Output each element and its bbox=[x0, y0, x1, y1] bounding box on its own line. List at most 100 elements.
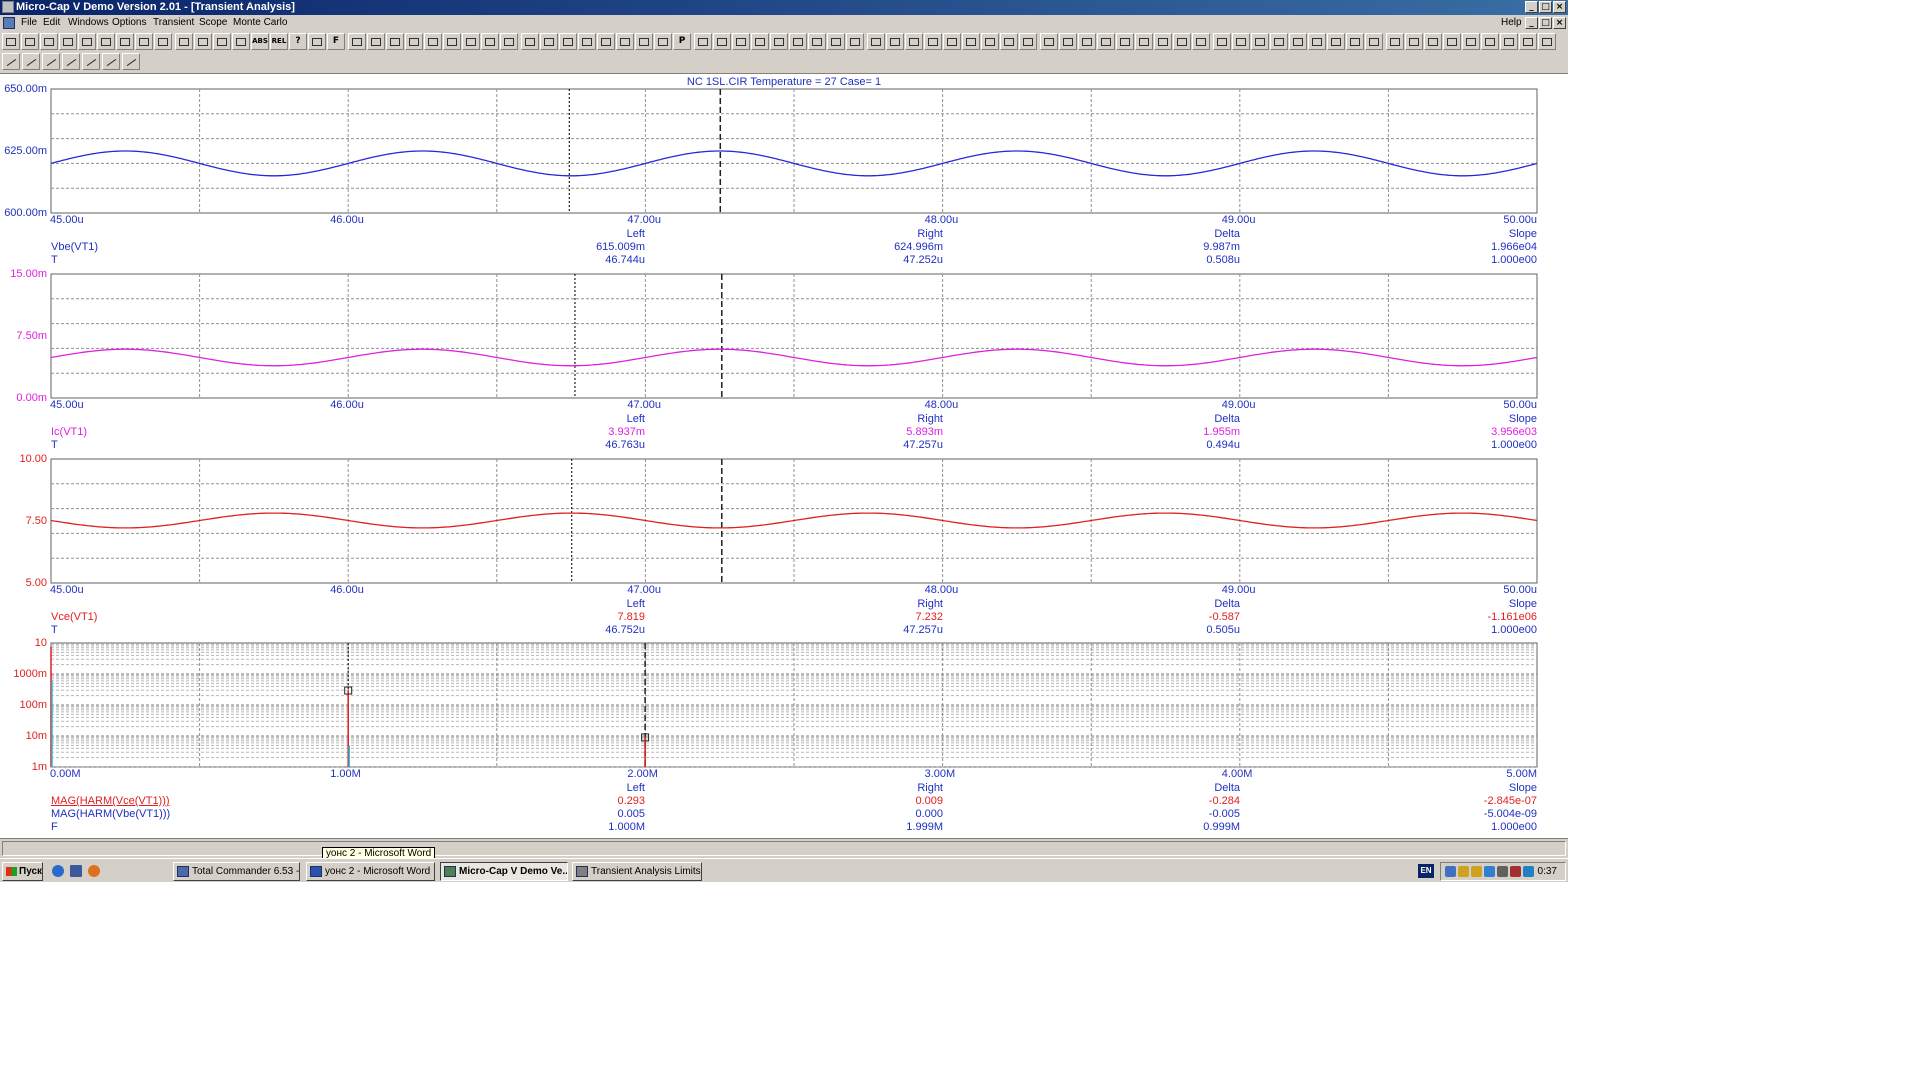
toolbar-tool-icon[interactable] bbox=[1327, 33, 1345, 50]
toolbar-tool-icon[interactable] bbox=[597, 33, 615, 50]
scale-tool-icon[interactable] bbox=[42, 53, 60, 70]
toolbar-tool-icon[interactable] bbox=[500, 33, 518, 50]
language-indicator[interactable]: EN bbox=[1418, 864, 1434, 878]
toolbar-tool-icon[interactable] bbox=[924, 33, 942, 50]
toolbar-tool-icon[interactable] bbox=[1097, 33, 1115, 50]
tray-network-icon[interactable] bbox=[1445, 866, 1456, 877]
task-microcap[interactable]: Micro-Cap V Demo Ve... bbox=[440, 862, 568, 881]
scale-tool-icon[interactable] bbox=[22, 53, 40, 70]
toolbar-tool-icon[interactable] bbox=[386, 33, 404, 50]
firefox-icon[interactable] bbox=[88, 865, 100, 877]
toolbar-tool-icon[interactable] bbox=[1192, 33, 1210, 50]
p-button[interactable]: P bbox=[673, 33, 691, 50]
toolbar-tool-icon[interactable] bbox=[789, 33, 807, 50]
menu-file[interactable]: File bbox=[21, 15, 37, 31]
toolbar-tool-icon[interactable] bbox=[348, 33, 366, 50]
toolbar-tool-icon[interactable] bbox=[732, 33, 750, 50]
toolbar-tool-icon[interactable] bbox=[213, 33, 231, 50]
scale-tool-icon[interactable] bbox=[62, 53, 80, 70]
abs-button[interactable]: ABS bbox=[251, 33, 269, 50]
toolbar-tool-icon[interactable] bbox=[97, 33, 115, 50]
font-button[interactable]: F bbox=[327, 33, 345, 50]
task-transient-limits[interactable]: Transient Analysis Limits bbox=[572, 862, 702, 881]
toolbar-tool-icon[interactable] bbox=[654, 33, 672, 50]
toolbar-tool-icon[interactable] bbox=[1443, 33, 1461, 50]
toolbar-tool-icon[interactable] bbox=[1270, 33, 1288, 50]
scale-tool-icon[interactable] bbox=[102, 53, 120, 70]
menu-edit[interactable]: Edit bbox=[43, 15, 60, 31]
scale-tool-icon[interactable] bbox=[82, 53, 100, 70]
toolbar-tool-icon[interactable] bbox=[635, 33, 653, 50]
toolbar-tool-icon[interactable] bbox=[846, 33, 864, 50]
tray-app-icon[interactable] bbox=[1523, 866, 1534, 877]
desktop-icon[interactable] bbox=[70, 865, 82, 877]
toolbar-tool-icon[interactable] bbox=[1213, 33, 1231, 50]
toolbar-tool-icon[interactable] bbox=[175, 33, 193, 50]
toolbar-tool-icon[interactable] bbox=[540, 33, 558, 50]
close-button[interactable]: × bbox=[1553, 1, 1566, 13]
minimize-button[interactable]: _ bbox=[1525, 1, 1538, 13]
ie-icon[interactable] bbox=[52, 865, 64, 877]
toolbar-tool-icon[interactable] bbox=[1386, 33, 1404, 50]
doc-restore-button[interactable]: □ bbox=[1539, 17, 1552, 29]
toolbar-tool-icon[interactable] bbox=[1500, 33, 1518, 50]
toolbar-tool-icon[interactable] bbox=[1078, 33, 1096, 50]
tray-volume-icon[interactable] bbox=[1497, 866, 1508, 877]
document-icon[interactable] bbox=[3, 17, 15, 29]
app-icon[interactable] bbox=[2, 1, 14, 13]
toolbar-tool-icon[interactable] bbox=[1346, 33, 1364, 50]
maximize-button[interactable]: □ bbox=[1539, 1, 1552, 13]
toolbar-tool-icon[interactable] bbox=[905, 33, 923, 50]
toolbar-tool-icon[interactable] bbox=[808, 33, 826, 50]
toolbar-tool-icon[interactable] bbox=[443, 33, 461, 50]
toolbar-tool-icon[interactable] bbox=[308, 33, 326, 50]
clock[interactable]: 0:37 bbox=[1538, 863, 1557, 880]
task-total-commander[interactable]: Total Commander 6.53 - ... bbox=[173, 862, 300, 881]
toolbar-tool-icon[interactable] bbox=[1116, 33, 1134, 50]
toolbar-tool-icon[interactable] bbox=[694, 33, 712, 50]
help-button[interactable]: ? bbox=[289, 33, 307, 50]
toolbar-tool-icon[interactable] bbox=[1173, 33, 1191, 50]
toolbar-tool-icon[interactable] bbox=[367, 33, 385, 50]
toolbar-tool-icon[interactable] bbox=[1308, 33, 1326, 50]
toolbar-tool-icon[interactable] bbox=[1365, 33, 1383, 50]
menu-options[interactable]: Options bbox=[112, 15, 146, 31]
rel-button[interactable]: REL bbox=[270, 33, 288, 50]
tray-shield-icon[interactable] bbox=[1484, 866, 1495, 877]
toolbar-tool-icon[interactable] bbox=[1405, 33, 1423, 50]
toolbar-tool-icon[interactable] bbox=[886, 33, 904, 50]
toolbar-tool-icon[interactable] bbox=[481, 33, 499, 50]
toolbar-tool-icon[interactable] bbox=[943, 33, 961, 50]
toolbar-tool-icon[interactable] bbox=[981, 33, 999, 50]
toolbar-tool-icon[interactable] bbox=[751, 33, 769, 50]
toolbar-tool-icon[interactable] bbox=[616, 33, 634, 50]
toolbar-tool-icon[interactable] bbox=[521, 33, 539, 50]
menu-monte-carlo[interactable]: Monte Carlo bbox=[233, 15, 287, 31]
menu-transient[interactable]: Transient bbox=[153, 15, 194, 31]
toolbar-tool-icon[interactable] bbox=[713, 33, 731, 50]
toolbar-tool-icon[interactable] bbox=[116, 33, 134, 50]
title-bar[interactable]: Micro-Cap V Demo Version 2.01 - [Transie… bbox=[0, 0, 1568, 15]
menu-windows[interactable]: Windows bbox=[68, 15, 109, 31]
toolbar-tool-icon[interactable] bbox=[962, 33, 980, 50]
toolbar-tool-icon[interactable] bbox=[1154, 33, 1172, 50]
toolbar-tool-icon[interactable] bbox=[1000, 33, 1018, 50]
toolbar-tool-icon[interactable] bbox=[1538, 33, 1556, 50]
toolbar-tool-icon[interactable] bbox=[827, 33, 845, 50]
menu-scope[interactable]: Scope bbox=[199, 15, 227, 31]
doc-minimize-button[interactable]: _ bbox=[1525, 17, 1538, 29]
toolbar-tool-icon[interactable] bbox=[2, 33, 20, 50]
toolbar-tool-icon[interactable] bbox=[462, 33, 480, 50]
toolbar-tool-icon[interactable] bbox=[154, 33, 172, 50]
toolbar-tool-icon[interactable] bbox=[1040, 33, 1058, 50]
plot-area[interactable]: NC 1SL.CIR Temperature = 27 Case= 1 650.… bbox=[0, 73, 1568, 838]
toolbar-tool-icon[interactable] bbox=[1519, 33, 1537, 50]
toolbar-tool-icon[interactable] bbox=[232, 33, 250, 50]
menu-help[interactable]: Help bbox=[1501, 15, 1522, 31]
toolbar-tool-icon[interactable] bbox=[578, 33, 596, 50]
toolbar-tool-icon[interactable] bbox=[1289, 33, 1307, 50]
toolbar-tool-icon[interactable] bbox=[59, 33, 77, 50]
toolbar-tool-icon[interactable] bbox=[1462, 33, 1480, 50]
toolbar-tool-icon[interactable] bbox=[770, 33, 788, 50]
toolbar-tool-icon[interactable] bbox=[405, 33, 423, 50]
